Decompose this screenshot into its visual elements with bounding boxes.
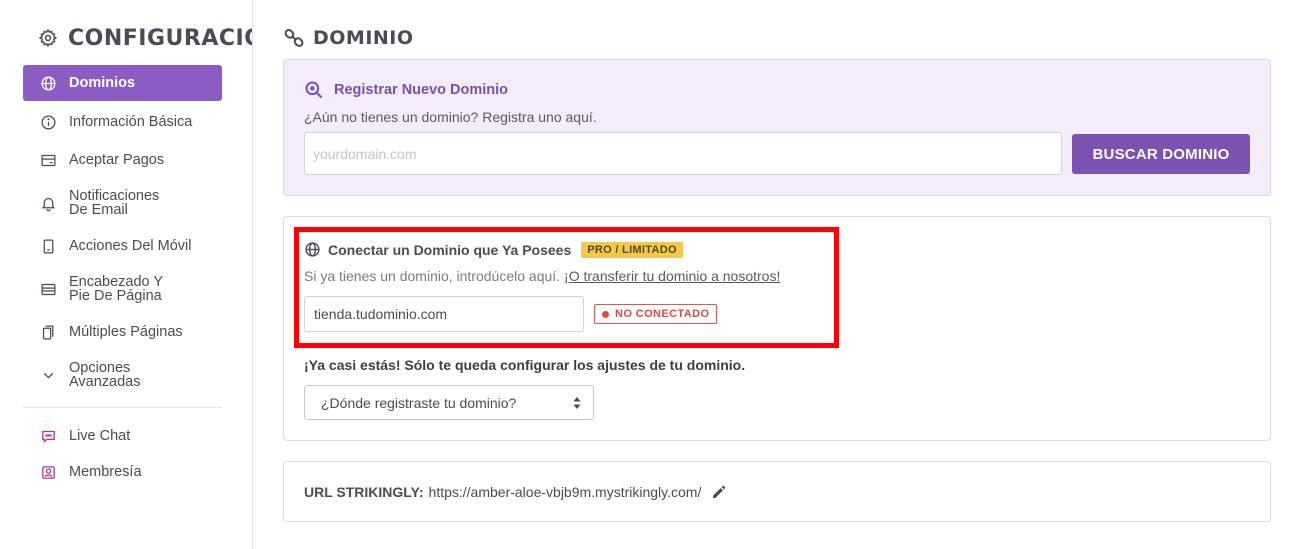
pages-icon [42, 324, 53, 340]
sidebar-divider [23, 407, 222, 408]
connect-domain-card: Conectar un Dominio que Ya Posees PRO / … [283, 216, 1271, 441]
strikingly-url-card: URL STRIKINGLY: https://amber-aloe-vbjb9… [283, 461, 1271, 522]
register-subtitle: ¿Aún no tienes un dominio? Registra uno … [304, 109, 597, 125]
mobile-icon [43, 238, 53, 254]
search-plus-icon [305, 81, 323, 99]
sidebar-item-multiples-paginas[interactable]: Múltiples Páginas [23, 315, 222, 349]
chat-icon [41, 430, 55, 443]
sidebar-item-dominios[interactable]: Dominios [23, 65, 222, 101]
sidebar-item-encabezado-pie[interactable]: Encabezado Y Pie De Página [23, 269, 222, 309]
search-domain-button[interactable]: BUSCAR DOMINIO [1072, 134, 1250, 174]
strikingly-url: https://amber-aloe-vbjb9m.mystrikingly.c… [428, 483, 702, 500]
info-icon [40, 114, 56, 130]
sidebar-item-aceptar-pagos[interactable]: Aceptar Pagos [23, 143, 222, 177]
domain-search-input[interactable] [304, 132, 1062, 175]
gear-icon [38, 28, 58, 48]
connect-subtitle: Si ya tienes un dominio, introdúcelo aqu… [304, 268, 781, 284]
transfer-domain-link[interactable]: ¡O transferir tu dominio a nosotros! [564, 268, 780, 284]
status-badge: NO CONECTADO [594, 304, 718, 324]
registrar-select[interactable]: ¿Dónde registraste tu dominio? [304, 385, 594, 420]
sidebar-item-informacion-basica[interactable]: Información Básica [23, 105, 222, 139]
sidebar-item-live-chat[interactable]: Live Chat [23, 419, 222, 453]
globe-icon [40, 75, 56, 91]
layout-icon [40, 283, 56, 295]
register-domain-card: Registrar Nuevo Dominio ¿Aún no tienes u… [283, 59, 1271, 196]
pro-limited-badge: PRO / LIMITADO [581, 241, 683, 258]
sidebar-item-acciones-movil[interactable]: Acciones Del Móvil [23, 229, 222, 263]
status-dot-icon [602, 310, 609, 318]
chevron-down-icon [43, 372, 53, 379]
sidebar-item-membresia[interactable]: Membresía [23, 455, 222, 489]
select-arrows-icon [573, 397, 581, 409]
sidebar-title: CONFIGURACIÓN [38, 24, 252, 52]
pencil-icon[interactable] [711, 484, 727, 500]
custom-domain-input[interactable] [304, 296, 584, 332]
page-title: DOMINIO [283, 24, 414, 52]
register-heading: Registrar Nuevo Dominio [304, 80, 508, 100]
globe-icon [305, 242, 320, 257]
card-icon [40, 154, 56, 166]
sidebar-item-notificaciones[interactable]: Notificaciones De Email [23, 183, 222, 223]
link-icon [284, 29, 304, 47]
setup-message: ¡Ya casi estás! Sólo te queda configurar… [304, 357, 746, 373]
sidebar-item-opciones-avanzadas[interactable]: Opciones Avanzadas [23, 355, 222, 395]
member-icon [41, 465, 55, 479]
connect-heading: Conectar un Dominio que Ya Posees PRO / … [304, 241, 683, 258]
bell-icon [41, 197, 55, 211]
sidebar: CONFIGURACIÓN Dominios Información Básic… [0, 0, 253, 549]
